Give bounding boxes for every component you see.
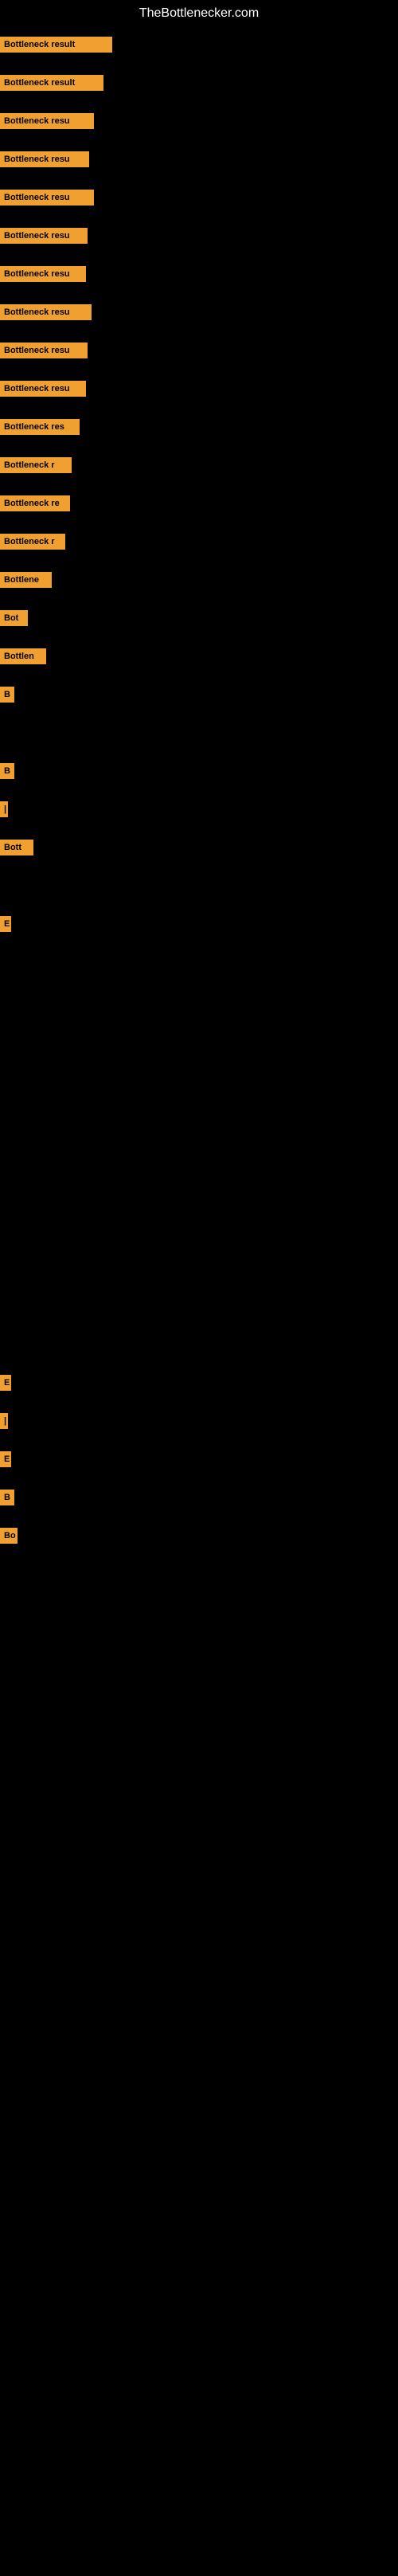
- bottleneck-bar-24: |: [0, 1413, 8, 1429]
- bottleneck-bar-15: Bottlene: [0, 572, 52, 588]
- bottleneck-bar-10: Bottleneck resu: [0, 381, 86, 397]
- bottleneck-bar-3: Bottleneck resu: [0, 113, 94, 129]
- bottleneck-bar-20: |: [0, 801, 8, 817]
- bottleneck-bar-8: Bottleneck resu: [0, 304, 92, 320]
- bottleneck-bar-22: E: [0, 916, 11, 932]
- bottleneck-bar-4: Bottleneck resu: [0, 151, 89, 167]
- bottleneck-bar-21: Bott: [0, 840, 33, 855]
- bottleneck-bar-23: E: [0, 1375, 11, 1391]
- bottleneck-bar-17: Bottlen: [0, 648, 46, 664]
- bottleneck-bar-19: B: [0, 763, 14, 779]
- bottleneck-bar-26: B: [0, 1490, 14, 1505]
- bottleneck-bar-18: B: [0, 687, 14, 703]
- bottleneck-bar-25: E: [0, 1451, 11, 1467]
- site-title: TheBottlenecker.com: [0, 0, 398, 27]
- bottleneck-bar-27: Bo: [0, 1528, 18, 1544]
- bottleneck-bar-12: Bottleneck r: [0, 457, 72, 473]
- bottleneck-bar-5: Bottleneck resu: [0, 190, 94, 206]
- bottleneck-bar-7: Bottleneck resu: [0, 266, 86, 282]
- bottleneck-bar-14: Bottleneck r: [0, 534, 65, 550]
- bottleneck-bar-2: Bottleneck result: [0, 75, 103, 91]
- bottleneck-bar-13: Bottleneck re: [0, 495, 70, 511]
- bottleneck-bar-9: Bottleneck resu: [0, 343, 88, 358]
- bottleneck-bar-1: Bottleneck result: [0, 37, 112, 53]
- bottleneck-bar-16: Bot: [0, 610, 28, 626]
- bottleneck-bar-11: Bottleneck res: [0, 419, 80, 435]
- bottleneck-bar-6: Bottleneck resu: [0, 228, 88, 244]
